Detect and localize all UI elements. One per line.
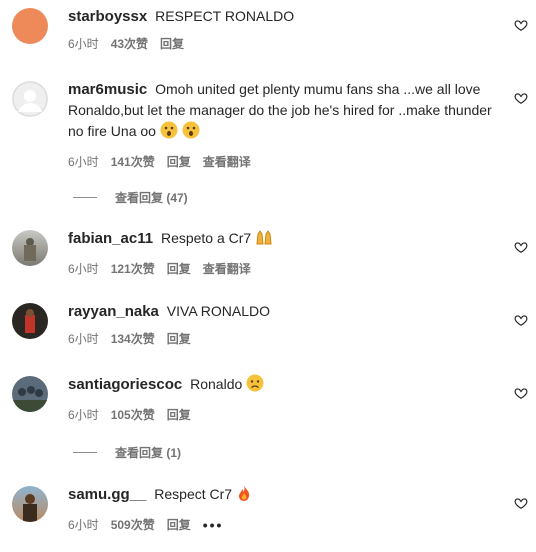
replies-divider xyxy=(73,197,97,198)
comment-username[interactable]: rayyan_naka xyxy=(68,303,159,320)
view-replies-button[interactable]: 查看回复 (47) xyxy=(73,189,188,206)
avatar[interactable] xyxy=(12,81,48,117)
view-replies-label[interactable]: 查看回复 (1) xyxy=(115,444,181,461)
comment-text: RESPECT RONALDO xyxy=(155,8,295,24)
comment-username[interactable]: starboyssx xyxy=(68,8,147,25)
avatar[interactable] xyxy=(12,376,48,412)
comment-body: fabian_ac11 Respeto a Cr7 6小时 121次赞 回复 查… xyxy=(68,228,496,277)
comment-username[interactable]: santiagoriescoc xyxy=(68,376,182,393)
comment-body: rayyan_naka VIVA RONALDO 6小时 134次赞 回复 xyxy=(68,301,496,347)
reply-button[interactable]: 回复 xyxy=(167,330,191,347)
comment-body: santiagoriescoc Ronaldo 6小时 105次赞 回复 xyxy=(68,374,496,423)
comment-username[interactable]: samu.gg__ xyxy=(68,486,146,503)
avatar[interactable] xyxy=(12,486,48,522)
comment-text: VIVA RONALDO xyxy=(166,303,271,319)
astonished-face-emoji xyxy=(160,121,178,145)
comment-time[interactable]: 6小时 xyxy=(68,330,99,347)
translate-button[interactable]: 查看翻译 xyxy=(203,153,251,170)
comment-meta: 6小时 509次赞 回复 ••• xyxy=(68,516,496,533)
fire-emoji xyxy=(236,484,252,508)
view-replies-button[interactable]: 查看回复 (1) xyxy=(73,444,181,461)
comment-username[interactable]: fabian_ac11 xyxy=(68,230,153,247)
replies-divider xyxy=(73,452,97,453)
comment-meta: 6小时 43次赞 回复 xyxy=(68,35,496,52)
comment-time[interactable]: 6小时 xyxy=(68,516,99,533)
reply-button[interactable]: 回复 xyxy=(167,406,191,423)
comment-likes[interactable]: 121次赞 xyxy=(111,260,155,277)
view-replies-label[interactable]: 查看回复 (47) xyxy=(115,189,188,206)
comment-text: Respect Cr7 xyxy=(154,486,233,502)
comment-text: Ronaldo xyxy=(190,376,243,392)
comment-meta: 6小时 134次赞 回复 xyxy=(68,330,496,347)
reply-button[interactable]: 回复 xyxy=(160,35,184,52)
more-options-icon[interactable]: ••• xyxy=(203,517,224,533)
comment-line: santiagoriescoc Ronaldo xyxy=(68,374,496,398)
comment-likes[interactable]: 141次赞 xyxy=(111,153,155,170)
comment-meta: 6小时 121次赞 回复 查看翻译 xyxy=(68,260,496,277)
comment-line: mar6music Omoh united get plenty mumu fa… xyxy=(68,79,496,145)
comment-meta: 6小时 141次赞 回复 查看翻译 xyxy=(68,153,496,170)
heart-outline-icon[interactable] xyxy=(514,18,528,32)
comment-line: fabian_ac11 Respeto a Cr7 xyxy=(68,228,496,252)
heart-outline-icon[interactable] xyxy=(514,240,528,254)
comment-time[interactable]: 6小时 xyxy=(68,260,99,277)
translate-button[interactable]: 查看翻译 xyxy=(203,260,251,277)
comment-meta: 6小时 105次赞 回复 xyxy=(68,406,496,423)
comment-line: samu.gg__ Respect Cr7 xyxy=(68,484,496,508)
raised-hands-emoji xyxy=(255,228,273,252)
comment-likes[interactable]: 43次赞 xyxy=(111,35,148,52)
avatar[interactable] xyxy=(12,8,48,44)
heart-outline-icon[interactable] xyxy=(514,313,528,327)
comment-line: starboyssx RESPECT RONALDO xyxy=(68,6,496,27)
reply-button[interactable]: 回复 xyxy=(167,260,191,277)
heart-outline-icon[interactable] xyxy=(514,386,528,400)
comment-time[interactable]: 6小时 xyxy=(68,153,99,170)
comment-likes[interactable]: 134次赞 xyxy=(111,330,155,347)
comment-text: Respeto a Cr7 xyxy=(160,230,252,246)
comment-body: starboyssx RESPECT RONALDO 6小时 43次赞 回复 xyxy=(68,6,496,52)
comment-body: mar6music Omoh united get plenty mumu fa… xyxy=(68,79,496,170)
comment-likes[interactable]: 105次赞 xyxy=(111,406,155,423)
heart-outline-icon[interactable] xyxy=(514,496,528,510)
reply-button[interactable]: 回复 xyxy=(167,516,191,533)
heart-outline-icon[interactable] xyxy=(514,91,528,105)
comment-line: rayyan_naka VIVA RONALDO xyxy=(68,301,496,322)
comment-time[interactable]: 6小时 xyxy=(68,35,99,52)
reply-button[interactable]: 回复 xyxy=(167,153,191,170)
comment-username[interactable]: mar6music xyxy=(68,81,147,98)
default-user-icon xyxy=(12,81,48,117)
worried-face-emoji xyxy=(246,374,264,398)
comment-body: samu.gg__ Respect Cr7 6小时 509次赞 回复 ••• xyxy=(68,484,496,533)
avatar[interactable] xyxy=(12,303,48,339)
avatar[interactable] xyxy=(12,230,48,266)
comment-time[interactable]: 6小时 xyxy=(68,406,99,423)
astonished-face-emoji xyxy=(182,121,200,145)
comment-likes[interactable]: 509次赞 xyxy=(111,516,155,533)
